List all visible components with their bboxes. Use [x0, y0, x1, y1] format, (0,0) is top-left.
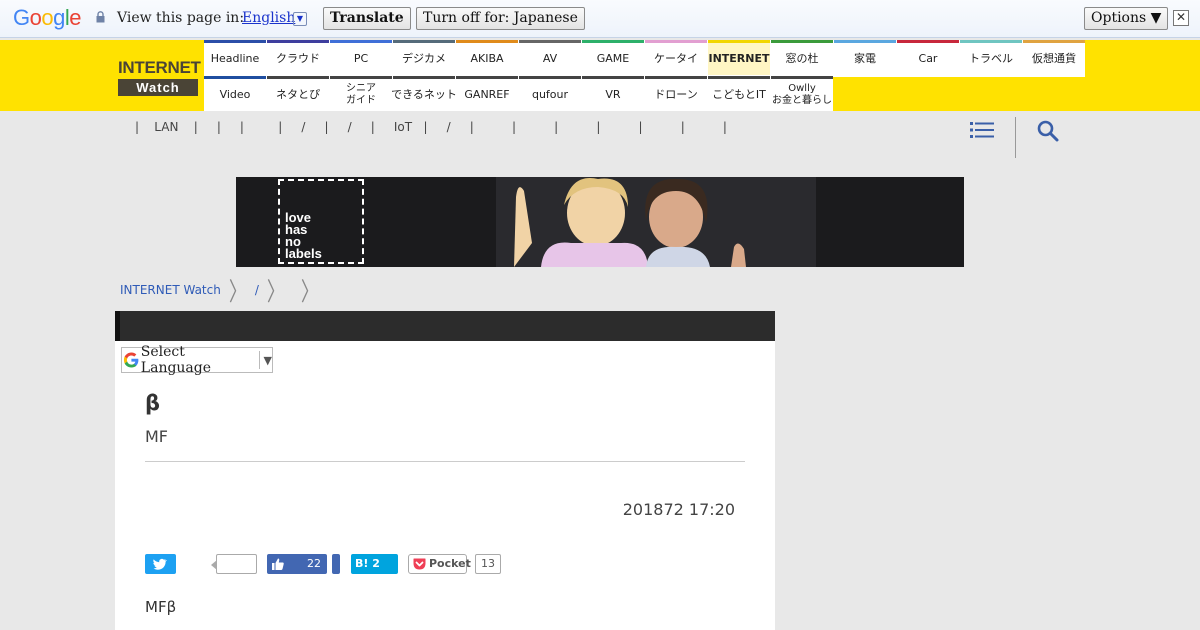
- breadcrumb-separator: 〉: [266, 277, 285, 307]
- turn-off-button[interactable]: Turn off for: Japanese: [416, 7, 585, 30]
- banner-logo: love has no labels: [278, 179, 364, 264]
- nav-item-row2[interactable]: ネタとぴ: [267, 76, 329, 111]
- pocket-icon: [413, 558, 426, 570]
- facebook-like-count: 22: [307, 557, 321, 570]
- nav-item-row1[interactable]: トラベル: [960, 40, 1022, 75]
- lock-icon: [96, 11, 105, 23]
- nav-item-row2[interactable]: シニア ガイド: [330, 76, 392, 111]
- menu-icon[interactable]: [970, 120, 994, 140]
- twitter-share-button[interactable]: [145, 554, 176, 574]
- article-subtitle: MF: [145, 427, 169, 446]
- nav-item-row1[interactable]: Headline: [204, 40, 266, 75]
- logo-bottom-text: Watch: [118, 79, 198, 96]
- language-select[interactable]: Select Language ▼: [121, 344, 273, 376]
- facebook-share-button[interactable]: [332, 554, 340, 574]
- target-language-link[interactable]: English: [242, 10, 295, 26]
- nav-item-row1[interactable]: 家電: [834, 40, 896, 75]
- view-page-label: View this page in:: [117, 10, 245, 26]
- close-icon[interactable]: ✕: [1173, 10, 1189, 26]
- nav-item-row1[interactable]: AKIBA: [456, 40, 518, 75]
- thumbs-up-icon: [272, 558, 284, 570]
- translate-button[interactable]: Translate: [323, 7, 411, 30]
- divider: [145, 461, 745, 462]
- nav-item-row1[interactable]: AV: [519, 40, 581, 75]
- nav-item-row1[interactable]: 仮想通貨: [1023, 40, 1085, 75]
- article-header-bar: [115, 311, 775, 341]
- nav-item-row2[interactable]: Video: [204, 76, 266, 111]
- nav-item-row1[interactable]: クラウド: [267, 40, 329, 75]
- pocket-button[interactable]: Pocket: [408, 554, 471, 574]
- nav-item-row2[interactable]: ドローン: [645, 76, 707, 111]
- article-title: β: [145, 391, 161, 415]
- nav-item-row1[interactable]: PC: [330, 40, 392, 75]
- google-g-icon: [123, 352, 139, 368]
- facebook-like-button[interactable]: 22: [267, 554, 327, 574]
- nav-item-row1[interactable]: 窓の杜: [771, 40, 833, 75]
- options-button[interactable]: Options ▼: [1084, 7, 1169, 30]
- nav-item-row2[interactable]: Owlly お金と暮らし: [771, 76, 833, 111]
- site-header: INTERNET Watch Headline クラウド PC デジカメ AKIBA AV…: [0, 40, 1200, 111]
- article-body: MFβ: [145, 598, 177, 616]
- nav-item-row2[interactable]: こどもとIT: [708, 76, 770, 111]
- nav-item-row1[interactable]: INTERNET: [708, 40, 770, 75]
- article-date: 201872 17:20: [622, 500, 735, 519]
- twitter-icon: [153, 558, 167, 570]
- nav-item-row2[interactable]: GANREF: [456, 76, 518, 111]
- chevron-down-icon[interactable]: ▼: [293, 12, 307, 26]
- language-select-label: Select Language: [140, 344, 212, 376]
- divider: [1015, 117, 1016, 158]
- breadcrumb-home-link[interactable]: INTERNET Watch: [120, 283, 221, 297]
- nav-item-row1[interactable]: ケータイ: [645, 40, 707, 75]
- pocket-count: 13: [475, 554, 501, 574]
- sub-navigation[interactable]: | LAN | | | | / | / | IoT | / | | | | | …: [135, 120, 727, 134]
- breadcrumb-link[interactable]: /: [255, 283, 259, 297]
- translate-bar: Google View this page in: English ▼ Tran…: [0, 0, 1200, 38]
- breadcrumb-separator: 〉: [228, 277, 247, 307]
- chevron-down-icon: ▼: [263, 353, 273, 367]
- banner-logo-text: love has no labels: [285, 210, 322, 261]
- hatena-bookmark-button[interactable]: B! 2: [351, 554, 398, 574]
- nav-item-row1[interactable]: GAME: [582, 40, 644, 75]
- breadcrumb-separator: 〉: [300, 277, 319, 307]
- breadcrumb: INTERNET Watch 〉 / 〉 〉: [120, 277, 327, 306]
- share-count-box: [211, 554, 257, 574]
- nav-item-row2[interactable]: できるネット: [391, 76, 457, 111]
- nav-item-row2[interactable]: VR: [582, 76, 644, 111]
- search-icon[interactable]: [1036, 119, 1060, 143]
- nav-item-row1[interactable]: デジカメ: [393, 40, 455, 75]
- nav-item-row1[interactable]: Car: [897, 40, 959, 75]
- article: Select Language ▼ β MF 201872 17:20 22 B…: [115, 311, 775, 630]
- site-logo[interactable]: INTERNET Watch: [118, 57, 201, 97]
- google-logo: Google: [13, 5, 82, 30]
- nav-item-row2[interactable]: qufour: [519, 76, 581, 111]
- pocket-label: Pocket: [429, 557, 471, 570]
- ad-banner[interactable]: love has no labels: [236, 177, 964, 267]
- logo-top-text: INTERNET: [118, 57, 201, 79]
